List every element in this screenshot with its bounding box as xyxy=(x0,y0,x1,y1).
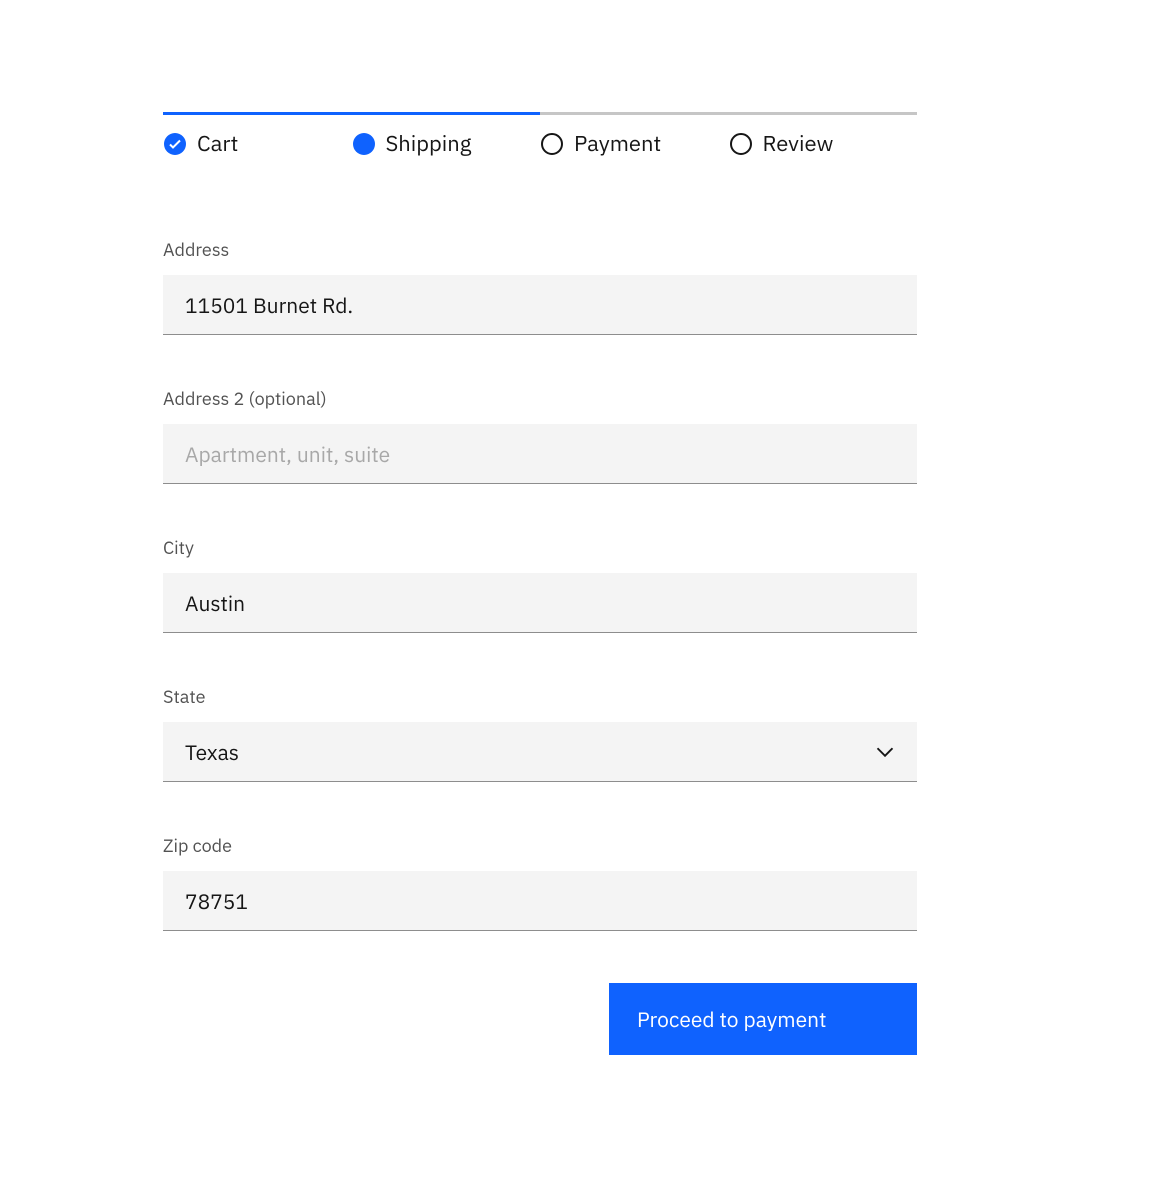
zip-label: Zip code xyxy=(163,834,917,857)
progress-line xyxy=(163,112,352,115)
progress-label: Payment xyxy=(574,129,661,158)
progress-step-payment[interactable]: Payment xyxy=(540,112,729,158)
checkmark-filled-icon xyxy=(163,132,187,156)
city-input[interactable] xyxy=(163,573,917,633)
address-label: Address xyxy=(163,238,917,261)
circle-outline-icon xyxy=(540,132,564,156)
circle-filled-icon xyxy=(352,132,376,156)
state-label: State xyxy=(163,685,917,708)
progress-label: Review xyxy=(763,129,834,158)
progress-label: Shipping xyxy=(386,129,472,158)
progress-indicator: Cart Shipping Payment xyxy=(163,112,917,158)
state-select-value: Texas xyxy=(185,738,239,766)
progress-step-review[interactable]: Review xyxy=(729,112,918,158)
progress-line xyxy=(352,112,541,115)
city-label: City xyxy=(163,536,917,559)
shipping-form: Address Address 2 (optional) City State … xyxy=(163,238,917,1055)
progress-line xyxy=(540,112,729,115)
address2-label: Address 2 (optional) xyxy=(163,387,917,410)
progress-label: Cart xyxy=(197,129,238,158)
proceed-button[interactable]: Proceed to payment xyxy=(609,983,917,1055)
zip-input[interactable] xyxy=(163,871,917,931)
state-select[interactable]: Texas xyxy=(163,722,917,782)
progress-step-shipping[interactable]: Shipping xyxy=(352,112,541,158)
address-input[interactable] xyxy=(163,275,917,335)
progress-step-cart[interactable]: Cart xyxy=(163,112,352,158)
address2-input[interactable] xyxy=(163,424,917,484)
circle-outline-icon xyxy=(729,132,753,156)
progress-line xyxy=(729,112,918,115)
chevron-down-icon xyxy=(875,742,895,762)
